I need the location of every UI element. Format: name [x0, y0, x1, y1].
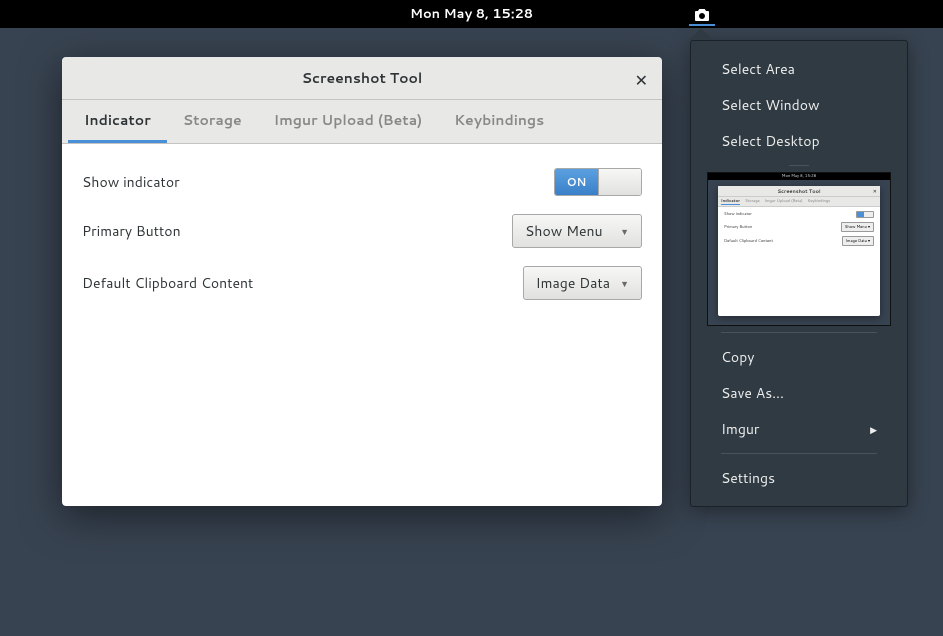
settings-window: Screenshot Tool ✕ Indicator Storage Imgu… — [62, 57, 662, 506]
window-titlebar[interactable]: Screenshot Tool ✕ — [62, 57, 662, 100]
preview-close-icon: ✕ — [873, 188, 877, 195]
preview-label: Show indicator — [724, 212, 752, 217]
menu-item-label: Imgur — [721, 419, 759, 439]
dropdown-clipboard-content[interactable]: Image Data ▼ — [523, 266, 642, 300]
menu-item-select-area[interactable]: Select Area — [691, 51, 907, 87]
menu-separator — [721, 453, 877, 454]
close-icon[interactable]: ✕ — [635, 69, 648, 92]
menu-separator — [789, 165, 809, 166]
preview-dropdown: Show Menu ▾ — [841, 222, 874, 232]
preview-topbar: Mon May 8, 15:28 — [708, 173, 890, 180]
chevron-down-icon: ▼ — [620, 225, 629, 238]
tab-bar: Indicator Storage Imgur Upload (Beta) Ke… — [62, 100, 662, 144]
menu-item-imgur[interactable]: Imgur ▶ — [691, 411, 907, 447]
preview-tab: Indicator — [721, 199, 740, 205]
preview-tab: Storage — [745, 199, 760, 204]
preview-dropdown: Image Data ▾ — [842, 236, 874, 246]
screenshot-preview[interactable]: Mon May 8, 15:28 Screenshot Tool ✕ Indic… — [707, 172, 891, 326]
menu-item-settings[interactable]: Settings — [691, 460, 907, 496]
preview-clock: Mon May 8, 15:28 — [782, 174, 816, 179]
row-primary-button: Primary Button Show Menu ▼ — [82, 206, 642, 258]
tab-content: Show indicator ON Primary Button Show Me… — [62, 144, 662, 326]
preview-titlebar: Screenshot Tool ✕ — [718, 186, 880, 197]
dropdown-value: Show Menu — [525, 221, 603, 241]
dropdown-primary-button[interactable]: Show Menu ▼ — [512, 214, 642, 248]
menu-item-select-desktop[interactable]: Select Desktop — [691, 123, 907, 159]
top-bar: Mon May 8, 15:28 — [0, 0, 943, 28]
preview-tab: Imgur Upload (Beta) — [765, 199, 803, 204]
menu-item-select-window[interactable]: Select Window — [691, 87, 907, 123]
tab-indicator[interactable]: Indicator — [68, 100, 167, 143]
preview-window-title: Screenshot Tool — [777, 188, 820, 195]
preview-tab: Keybindings — [808, 199, 831, 204]
preview-window: Screenshot Tool ✕ Indicator Storage Imgu… — [718, 186, 880, 316]
label-show-indicator: Show indicator — [82, 172, 180, 192]
preview-label: Primary Button — [724, 225, 752, 230]
preview-content: Show indicator Primary Button Show Menu … — [718, 207, 880, 254]
switch-handle — [598, 169, 641, 195]
menu-item-copy[interactable]: Copy — [691, 339, 907, 375]
switch-show-indicator[interactable]: ON — [554, 168, 642, 196]
indicator-popup-menu: Select Area Select Window Select Desktop… — [690, 40, 908, 507]
row-show-indicator: Show indicator ON — [82, 160, 642, 206]
clock[interactable]: Mon May 8, 15:28 — [410, 5, 533, 23]
menu-separator — [721, 332, 877, 333]
window-title: Screenshot Tool — [62, 68, 662, 88]
label-clipboard-content: Default Clipboard Content — [82, 273, 253, 293]
tab-imgur-upload[interactable]: Imgur Upload (Beta) — [258, 100, 439, 143]
chevron-down-icon: ▼ — [620, 277, 629, 290]
dropdown-value: Image Data — [536, 273, 610, 293]
preview-switch — [856, 211, 874, 218]
tab-keybindings[interactable]: Keybindings — [438, 100, 560, 143]
preview-tabs: Indicator Storage Imgur Upload (Beta) Ke… — [718, 197, 880, 207]
row-clipboard-content: Default Clipboard Content Image Data ▼ — [82, 258, 642, 310]
chevron-right-icon: ▶ — [870, 423, 877, 436]
switch-on-label: ON — [555, 169, 598, 195]
indicator-highlight — [689, 24, 715, 26]
menu-item-save-as[interactable]: Save As... — [691, 375, 907, 411]
popup-arrow — [689, 28, 713, 40]
preview-label: Default Clipboard Content — [724, 239, 773, 244]
tab-storage[interactable]: Storage — [167, 100, 258, 143]
label-primary-button: Primary Button — [82, 221, 181, 241]
